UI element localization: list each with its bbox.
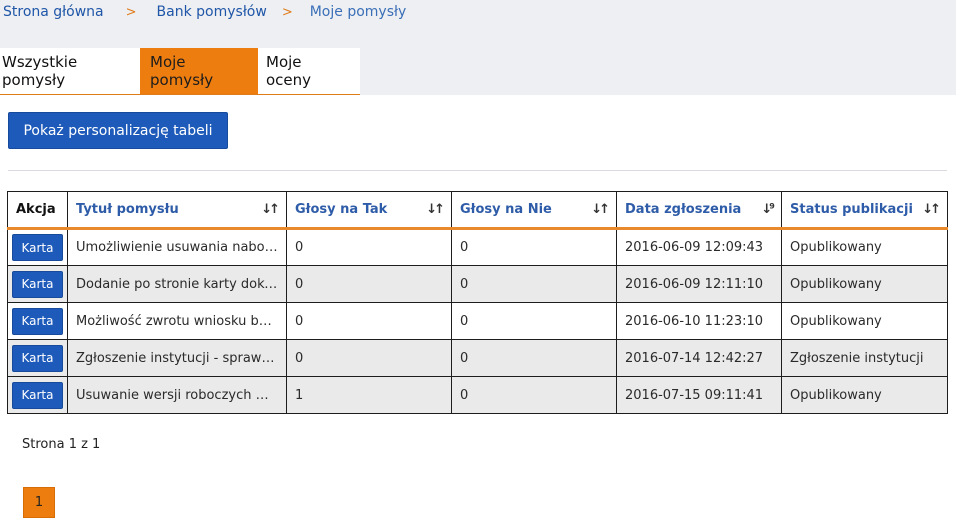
submission-date-cell: 2016-06-10 11:23:10: [616, 302, 782, 340]
votes-yes-cell: 0: [286, 302, 452, 340]
submission-date-cell: 2016-06-09 12:09:43: [616, 228, 782, 266]
votes-yes-cell: 0: [286, 228, 452, 266]
card-button[interactable]: Karta: [12, 234, 63, 261]
sort-icon[interactable]: ↓↑: [261, 202, 280, 217]
card-button[interactable]: Karta: [12, 270, 63, 298]
card-button[interactable]: Karta: [12, 381, 63, 409]
publication-status-cell: Opublikowany: [781, 265, 948, 303]
column-header-action: Akcja: [7, 191, 68, 230]
table-row: Karta Umożliwienie usuwania naborów … 0 …: [7, 228, 948, 266]
table-header-row: Akcja Tytuł pomysłu ↓↑ Głosy na Tak ↓↑ Gło…: [7, 191, 948, 230]
column-header-votes-yes[interactable]: Głosy na Tak ↓↑: [286, 191, 452, 230]
submission-date-cell: 2016-06-09 12:11:10: [616, 265, 782, 303]
publication-status-cell: Opublikowany: [781, 228, 948, 266]
votes-no-cell: 0: [451, 376, 617, 414]
sort-icon[interactable]: ↓↑: [922, 202, 941, 217]
pagination-info: Strona 1 z 1: [22, 437, 101, 452]
sort-icon[interactable]: ↓↑: [426, 202, 445, 217]
votes-no-cell: 0: [451, 265, 617, 303]
submission-date-cell: 2016-07-15 09:11:41: [616, 376, 782, 414]
publication-status-cell: Opublikowany: [781, 302, 948, 340]
column-header-submission-date[interactable]: Data zgłoszenia ↓⁹: [616, 191, 782, 230]
tab-my-ratings[interactable]: Moje oceny: [258, 48, 360, 94]
table-row: Karta Możliwość zwrotu wniosku bez z… 0 …: [7, 302, 948, 340]
votes-yes-cell: 0: [286, 265, 452, 303]
breadcrumb-current: Moje pomysły: [309, 4, 407, 20]
sort-icon[interactable]: ↓↑: [591, 202, 610, 217]
column-header-title[interactable]: Tytuł pomysłu ↓↑: [67, 191, 287, 230]
ideas-table: Akcja Tytuł pomysłu ↓↑ Głosy na Tak ↓↑ Gło…: [7, 191, 948, 414]
show-table-personalization-button[interactable]: Pokaż personalizację tabeli: [8, 112, 228, 149]
idea-title-cell: Dodanie po stronie karty doku…: [67, 265, 287, 303]
breadcrumb-home-link[interactable]: Strona główna: [3, 4, 104, 20]
tab-bar: Wszystkie pomysły Moje pomysły Moje ocen…: [0, 48, 360, 95]
breadcrumb-separator: >: [125, 4, 137, 20]
breadcrumb-separator: >: [281, 4, 293, 20]
tab-my-ideas[interactable]: Moje pomysły: [140, 48, 258, 94]
table-row: Karta Dodanie po stronie karty doku… 0 0…: [7, 265, 948, 303]
publication-status-cell: Opublikowany: [781, 376, 948, 414]
publication-status-cell: Zgłoszenie instytucji: [781, 339, 948, 377]
idea-title-cell: Możliwość zwrotu wniosku bez z…: [67, 302, 287, 340]
breadcrumb-ideas-bank-link[interactable]: Bank pomysłów: [157, 4, 267, 20]
idea-title-cell: Usuwanie wersji roboczych wnio…: [67, 376, 287, 414]
submission-date-cell: 2016-07-14 12:42:27: [616, 339, 782, 377]
page-button[interactable]: 1: [23, 487, 55, 518]
table-row: Karta Zgłoszenie instytucji - sprawdza… …: [7, 339, 948, 377]
table-row: Karta Usuwanie wersji roboczych wnio… 1 …: [7, 376, 948, 414]
votes-yes-cell: 1: [286, 376, 452, 414]
column-header-votes-no[interactable]: Głosy na Nie ↓↑: [451, 191, 617, 230]
votes-no-cell: 0: [451, 228, 617, 266]
card-button[interactable]: Karta: [12, 307, 63, 335]
breadcrumb: Strona główna > Bank pomysłów > Moje pom…: [3, 4, 406, 20]
idea-title-cell: Zgłoszenie instytucji - sprawdza…: [67, 339, 287, 377]
divider: [8, 170, 947, 171]
votes-no-cell: 0: [451, 302, 617, 340]
votes-yes-cell: 0: [286, 339, 452, 377]
votes-no-cell: 0: [451, 339, 617, 377]
tab-all-ideas[interactable]: Wszystkie pomysły: [0, 48, 140, 94]
card-button[interactable]: Karta: [12, 344, 63, 372]
sort-descending-icon[interactable]: ↓⁹: [761, 202, 774, 217]
column-header-publication-status[interactable]: Status publikacji ↓↑: [781, 191, 948, 230]
idea-title-cell: Umożliwienie usuwania naborów …: [67, 228, 287, 266]
